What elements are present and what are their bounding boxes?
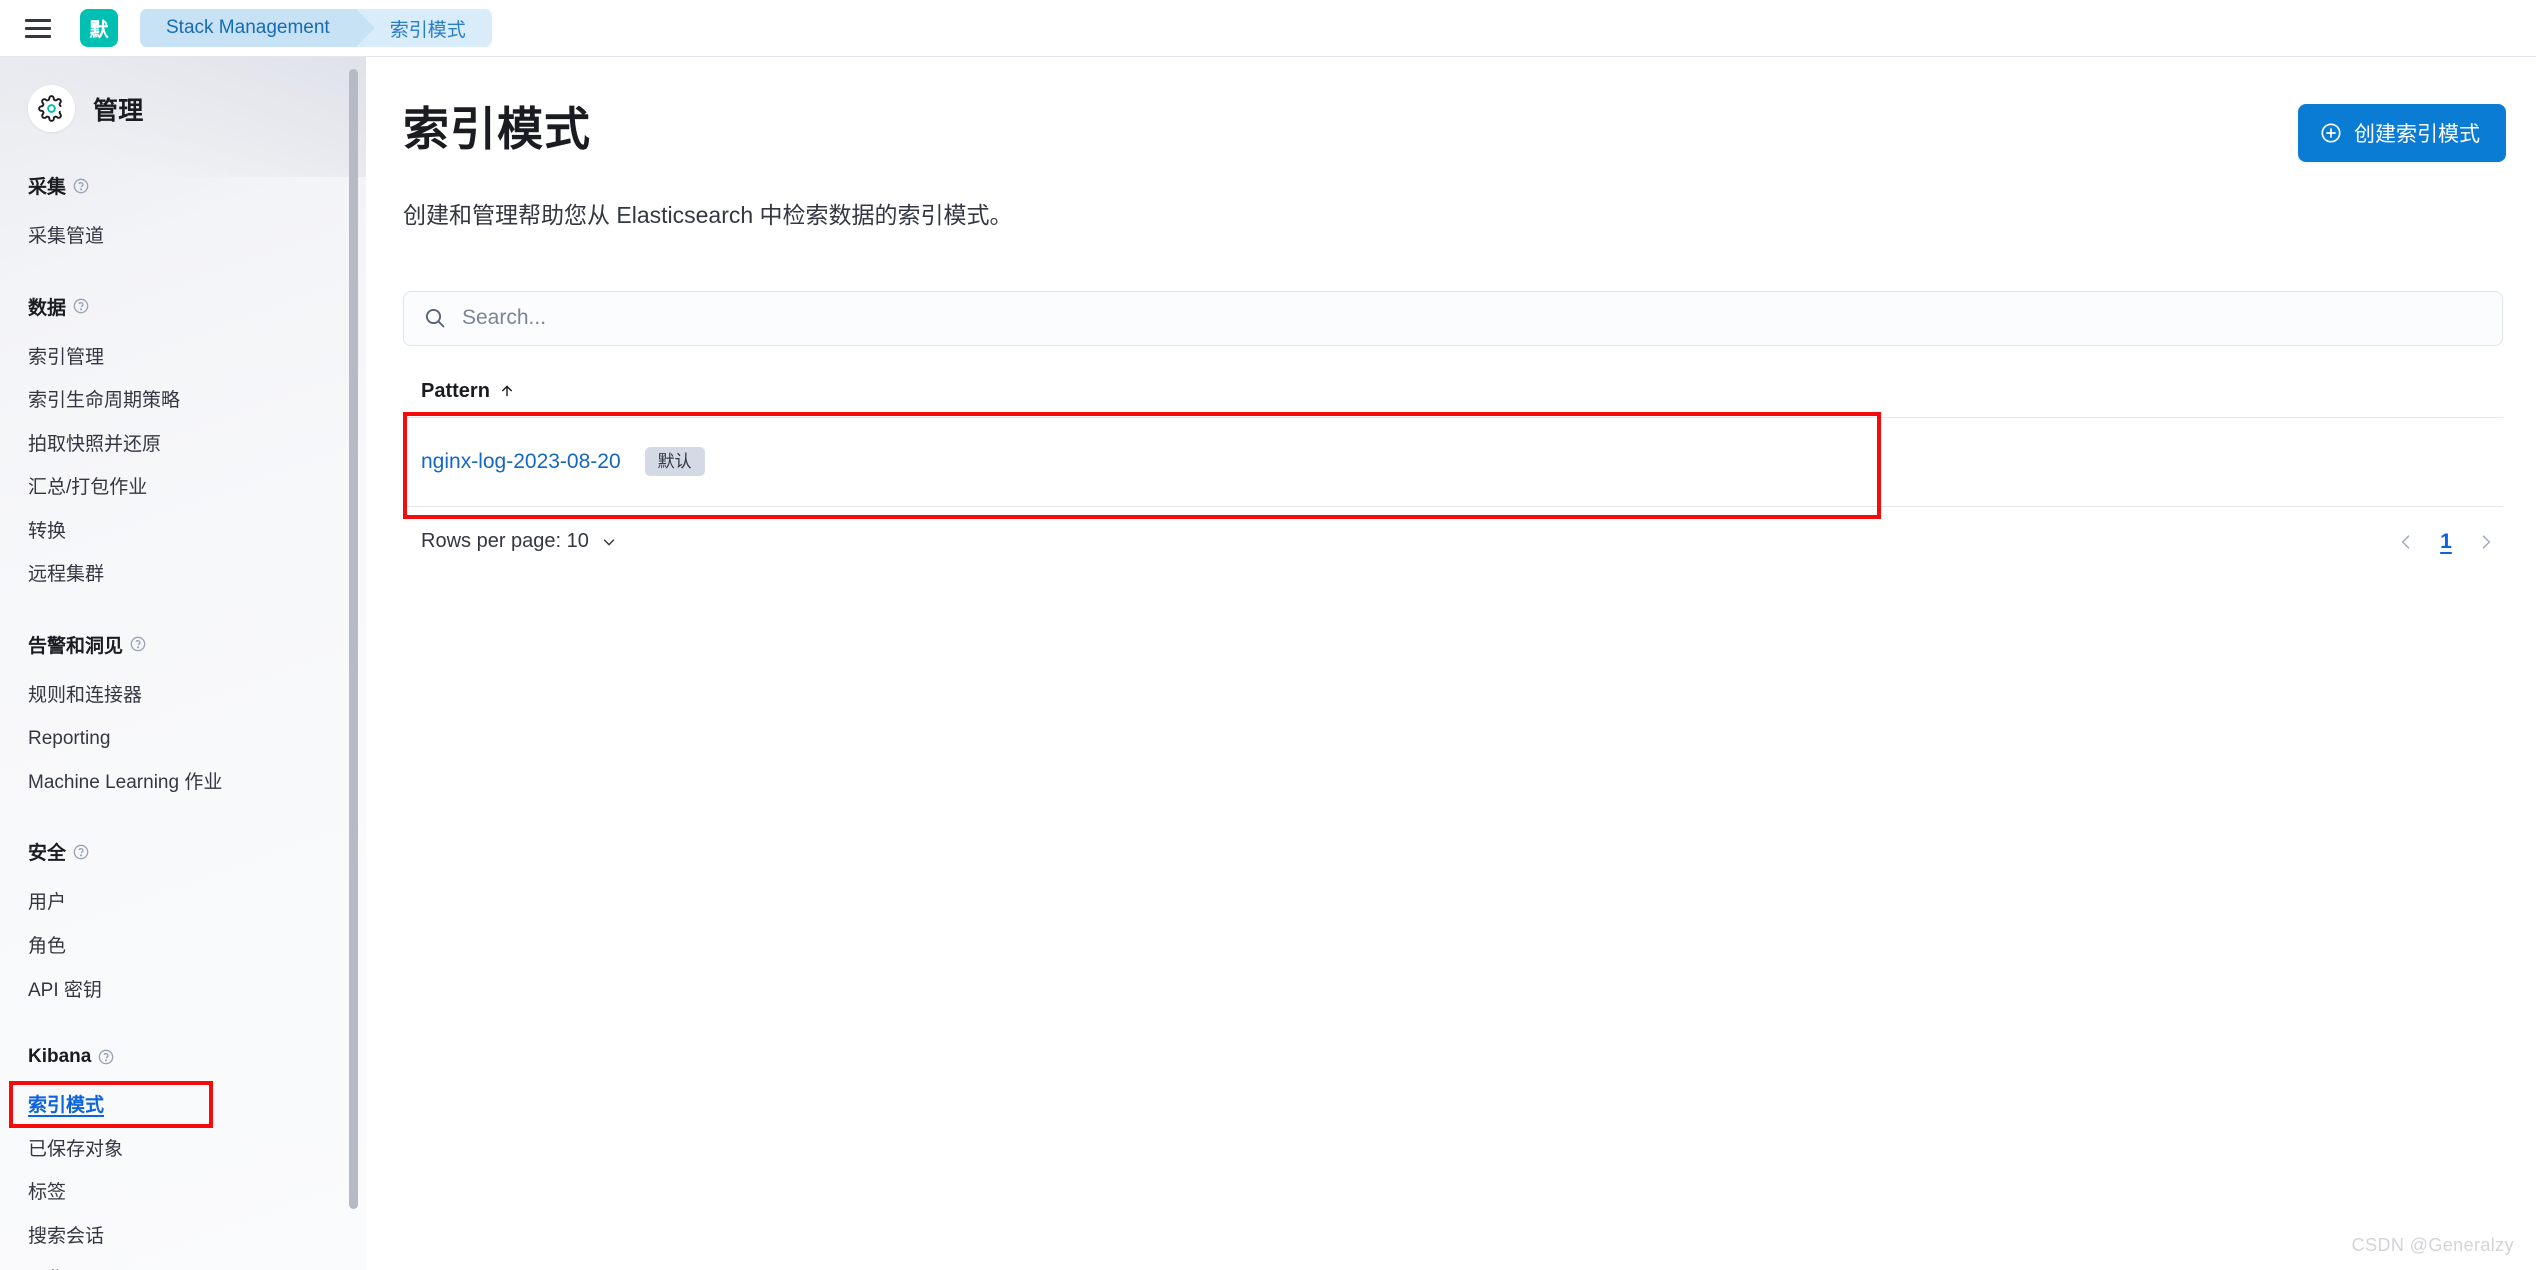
search-bar[interactable] xyxy=(403,290,2503,346)
sidebar-group-security: 安全 用户 角色 API 密钥 xyxy=(0,838,366,1012)
sidebar-group-alerts-insights: 告警和洞见 规则和连接器 Reporting Machine Learning … xyxy=(0,631,366,805)
sidebar-item-spaces[interactable]: 工作区 xyxy=(0,1258,366,1270)
sidebar-item-index-lifecycle-policies[interactable]: 索引生命周期策略 xyxy=(0,379,366,423)
sidebar-item-saved-objects[interactable]: 已保存对象 xyxy=(0,1128,366,1172)
arrow-up-icon xyxy=(499,383,516,400)
top-header-bar: 默 Stack Management 索引模式 xyxy=(0,0,2536,57)
search-icon xyxy=(422,305,448,331)
create-index-pattern-label: 创建索引模式 xyxy=(2354,123,2480,146)
table-footer: Rows per page: 10 1 xyxy=(403,530,2503,554)
main-content: 索引模式 创建索引模式 创建和管理帮助您从 Elasticsearch 中检索数… xyxy=(366,57,2536,1270)
sidebar-item-roles[interactable]: 角色 xyxy=(0,925,366,969)
help-circle-icon[interactable] xyxy=(130,636,146,652)
pagination-page-1[interactable]: 1 xyxy=(2439,530,2453,554)
breadcrumb: Stack Management 索引模式 xyxy=(140,9,492,47)
watermark: CSDN @Generalzy xyxy=(2351,1235,2514,1255)
create-index-pattern-button[interactable]: 创建索引模式 xyxy=(2298,104,2506,162)
sidebar-scrollbar[interactable] xyxy=(349,69,358,1209)
sidebar-item-reporting[interactable]: Reporting xyxy=(0,717,366,761)
sidebar-group-label: 安全 xyxy=(28,843,67,865)
table-column-header-pattern[interactable]: Pattern xyxy=(403,380,516,417)
sidebar-item-rules-connectors[interactable]: 规则和连接器 xyxy=(0,674,366,718)
help-circle-icon[interactable] xyxy=(73,298,89,314)
plus-in-circle-icon xyxy=(2320,122,2342,144)
help-circle-icon[interactable] xyxy=(98,1049,114,1065)
sidebar-group-data: 数据 索引管理 索引生命周期策略 拍取快照并还原 汇总/打包作业 转换 远程集群 xyxy=(0,293,366,597)
sidebar-navigation: 管理 采集 采集管道 数据 索引管理 索引生命周期策略 拍取快照并还原 汇总/打… xyxy=(0,57,366,1270)
gear-icon xyxy=(28,85,75,132)
sidebar-group-label: 告警和洞见 xyxy=(28,635,124,657)
sidebar-group-collection: 采集 采集管道 xyxy=(0,172,366,259)
sidebar-item-machine-learning-jobs[interactable]: Machine Learning 作业 xyxy=(0,761,366,805)
sidebar-item-api-keys[interactable]: API 密钥 xyxy=(0,969,366,1013)
sidebar-group-label: 数据 xyxy=(28,297,67,319)
sidebar-item-index-management[interactable]: 索引管理 xyxy=(0,336,366,380)
table-row-divider xyxy=(403,505,2503,507)
page-header: 索引模式 创建索引模式 xyxy=(403,104,2506,162)
sidebar-header: 管理 xyxy=(0,57,366,132)
sidebar-item-ingest-pipelines[interactable]: 采集管道 xyxy=(0,215,366,259)
sidebar-item-index-patterns[interactable]: 索引模式 xyxy=(0,1084,366,1128)
rows-per-page-label: Rows per page: 10 xyxy=(421,530,589,552)
sidebar-item-users[interactable]: 用户 xyxy=(0,881,366,925)
sidebar-item-tags[interactable]: 标签 xyxy=(0,1171,366,1215)
sidebar-group-label: Kibana xyxy=(28,1046,92,1068)
help-circle-icon[interactable] xyxy=(73,178,89,194)
page-title: 索引模式 xyxy=(403,103,591,155)
page-description: 创建和管理帮助您从 Elasticsearch 中检索数据的索引模式。 xyxy=(403,202,1013,228)
index-pattern-link[interactable]: nginx-log-2023-08-20 xyxy=(421,450,621,474)
hamburger-line xyxy=(25,18,51,22)
sidebar-item-transforms[interactable]: 转换 xyxy=(0,510,366,554)
sidebar-title: 管理 xyxy=(93,96,144,125)
pagination: 1 xyxy=(2395,530,2503,554)
sidebar-item-rollup-jobs[interactable]: 汇总/打包作业 xyxy=(0,466,366,510)
table-row[interactable]: nginx-log-2023-08-20 默认 xyxy=(403,418,2503,506)
rows-per-page-selector[interactable]: Rows per page: 10 xyxy=(403,530,618,553)
sidebar-group-kibana: Kibana 索引模式 已保存对象 标签 搜索会话 工作区 xyxy=(0,1046,366,1270)
sidebar-group-label: 采集 xyxy=(28,177,67,198)
status-badge: 默认 xyxy=(644,447,705,476)
table-column-label: Pattern xyxy=(421,379,490,402)
hamburger-line xyxy=(25,34,51,38)
sidebar-group-title: 数据 xyxy=(0,293,366,320)
index-patterns-table: Pattern nginx-log-2023-08-20 默认 xyxy=(403,380,2503,519)
sidebar-item-search-sessions[interactable]: 搜索会话 xyxy=(0,1215,366,1259)
breadcrumb-item-index-patterns[interactable]: 索引模式 xyxy=(355,9,492,47)
space-avatar[interactable]: 默 xyxy=(80,9,118,47)
hamburger-line xyxy=(25,26,51,30)
help-circle-icon[interactable] xyxy=(73,844,89,860)
hamburger-menu-icon[interactable] xyxy=(22,13,56,43)
sidebar-group-title: 安全 xyxy=(0,838,366,865)
chevron-right-icon[interactable] xyxy=(2475,531,2497,553)
chevron-left-icon[interactable] xyxy=(2395,531,2417,553)
sidebar-group-title: 采集 xyxy=(0,172,366,199)
search-input[interactable] xyxy=(462,291,2484,345)
sidebar-item-snapshot-restore[interactable]: 拍取快照并还原 xyxy=(0,423,366,467)
sidebar-group-title: 告警和洞见 xyxy=(0,631,366,658)
chevron-down-icon xyxy=(600,533,618,551)
breadcrumb-item-stack-management[interactable]: Stack Management xyxy=(140,9,375,47)
sidebar-group-title: Kibana xyxy=(0,1046,366,1068)
sidebar-item-remote-clusters[interactable]: 远程集群 xyxy=(0,553,366,597)
